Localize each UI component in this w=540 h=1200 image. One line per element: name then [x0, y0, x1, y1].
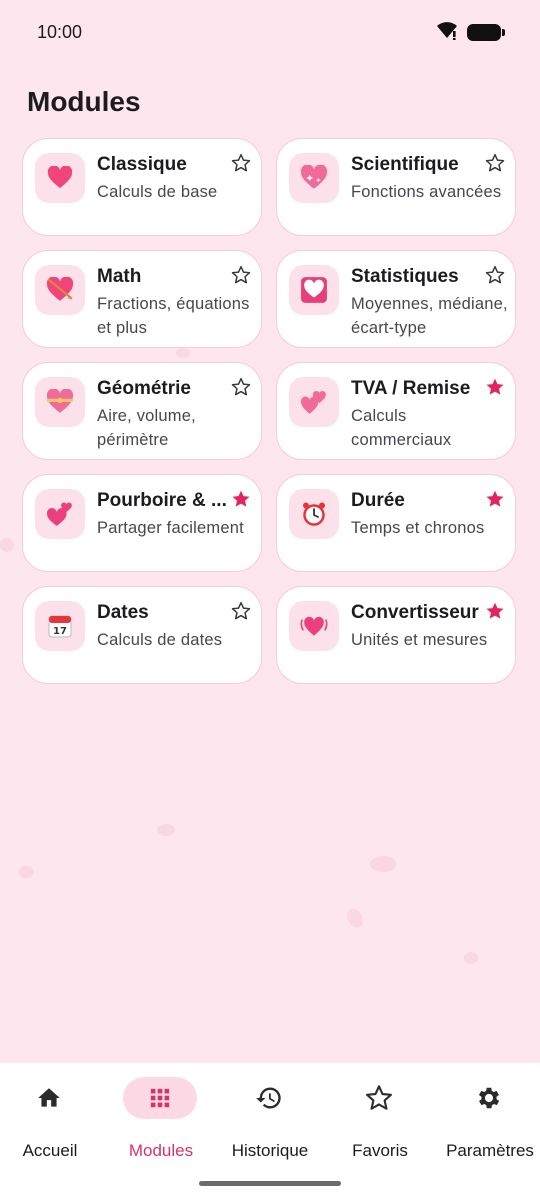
module-subtitle: Temps et chronos	[351, 519, 485, 537]
module-subtitle: Calculs de base	[97, 183, 218, 201]
petal-decoration	[157, 824, 175, 836]
module-title: Convertisseur	[351, 602, 479, 623]
revolving-hearts-icon	[35, 489, 85, 539]
sparkling-heart-icon	[289, 153, 339, 203]
calendar-icon: 17	[35, 601, 85, 651]
nav-accueil[interactable]: Accueil	[0, 1077, 104, 1160]
module-subtitle: Moyennes, médiane, écart-type	[351, 295, 508, 337]
module-subtitle: Fractions, équations et plus	[97, 295, 250, 337]
module-subtitle: Unités et mesures	[351, 631, 488, 649]
module-card-pourboire[interactable]: Pourboire & ... Partager facilement	[22, 474, 262, 572]
star-filled-icon[interactable]	[485, 489, 505, 509]
module-card-duree[interactable]: Durée Temps et chronos	[276, 474, 516, 572]
module-card-scientifique[interactable]: Scientifique Fonctions avancées	[276, 138, 516, 236]
star-outline-icon[interactable]	[231, 153, 251, 173]
nav-label: Favoris	[352, 1141, 408, 1160]
module-card-geometrie[interactable]: Géométrie Aire, volume, périmètre	[22, 362, 262, 460]
battery-icon	[467, 24, 505, 41]
star-outline-icon[interactable]	[231, 601, 251, 621]
grid-icon	[123, 1077, 197, 1119]
beating-heart-icon	[289, 601, 339, 651]
gear-icon	[452, 1077, 526, 1119]
star-icon	[342, 1077, 416, 1119]
module-title: Géométrie	[97, 378, 191, 399]
nav-historique[interactable]: Historique	[216, 1077, 324, 1160]
module-subtitle: Partager facilement	[97, 519, 244, 537]
wifi-icon	[437, 22, 457, 40]
module-card-classique[interactable]: Classique Calculs de base	[22, 138, 262, 236]
nav-label: Paramètres	[446, 1141, 534, 1160]
bottom-navigation: Accueil Modules Historique Favoris Param…	[0, 1063, 540, 1200]
heart-with-ribbon-icon	[35, 377, 85, 427]
svg-text:17: 17	[53, 626, 67, 637]
nav-label: Historique	[231, 1141, 309, 1160]
star-filled-icon[interactable]	[485, 601, 505, 621]
petal-decoration	[464, 952, 478, 964]
star-outline-icon[interactable]	[485, 265, 505, 285]
star-filled-icon[interactable]	[485, 377, 505, 397]
module-subtitle: Aire, volume, périmètre	[97, 407, 196, 449]
page-title: Modules	[27, 86, 141, 117]
module-title: Scientifique	[351, 154, 459, 175]
module-subtitle: Calculs commerciaux	[351, 407, 452, 449]
petal-decoration	[0, 538, 14, 552]
history-icon	[232, 1077, 306, 1119]
module-card-math[interactable]: Math Fractions, équations et plus	[22, 250, 262, 348]
star-outline-icon[interactable]	[231, 377, 251, 397]
module-title: Pourboire & ...	[97, 490, 227, 511]
module-card-dates[interactable]: 17 Dates Calculs de dates	[22, 586, 262, 684]
module-title: Statistiques	[351, 266, 459, 287]
star-filled-icon[interactable]	[231, 489, 251, 509]
star-outline-icon[interactable]	[485, 153, 505, 173]
module-title: TVA / Remise	[351, 378, 471, 399]
gesture-handle[interactable]	[199, 1181, 341, 1186]
petal-decoration	[343, 905, 367, 931]
nav-favoris[interactable]: Favoris	[326, 1077, 434, 1160]
module-card-statistiques[interactable]: Statistiques Moyennes, médiane, écart-ty…	[276, 250, 516, 348]
nav-parametres[interactable]: Paramètres	[436, 1077, 540, 1160]
heart-decoration-icon	[289, 265, 339, 315]
module-subtitle: Calculs de dates	[97, 631, 223, 649]
home-icon	[12, 1077, 86, 1119]
module-subtitle: Fonctions avancées	[351, 183, 502, 201]
petal-decoration	[370, 856, 396, 872]
alarm-clock-icon	[289, 489, 339, 539]
module-title: Math	[97, 266, 142, 287]
two-hearts-icon	[289, 377, 339, 427]
status-bar: 10:00	[0, 0, 540, 64]
module-title: Durée	[351, 490, 405, 511]
star-outline-icon[interactable]	[231, 265, 251, 285]
nav-modules[interactable]: Modules	[107, 1077, 215, 1160]
module-card-convertisseur[interactable]: Convertisseur Unités et mesures	[276, 586, 516, 684]
heart-with-arrow-icon	[35, 265, 85, 315]
status-time: 10:00	[37, 22, 83, 42]
module-title: Classique	[97, 154, 187, 175]
heart-icon	[35, 153, 85, 203]
petal-decoration	[176, 348, 190, 358]
petal-decoration	[18, 866, 34, 878]
module-card-tva-remise[interactable]: TVA / Remise Calculs commerciaux	[276, 362, 516, 460]
module-title: Dates	[97, 602, 149, 623]
